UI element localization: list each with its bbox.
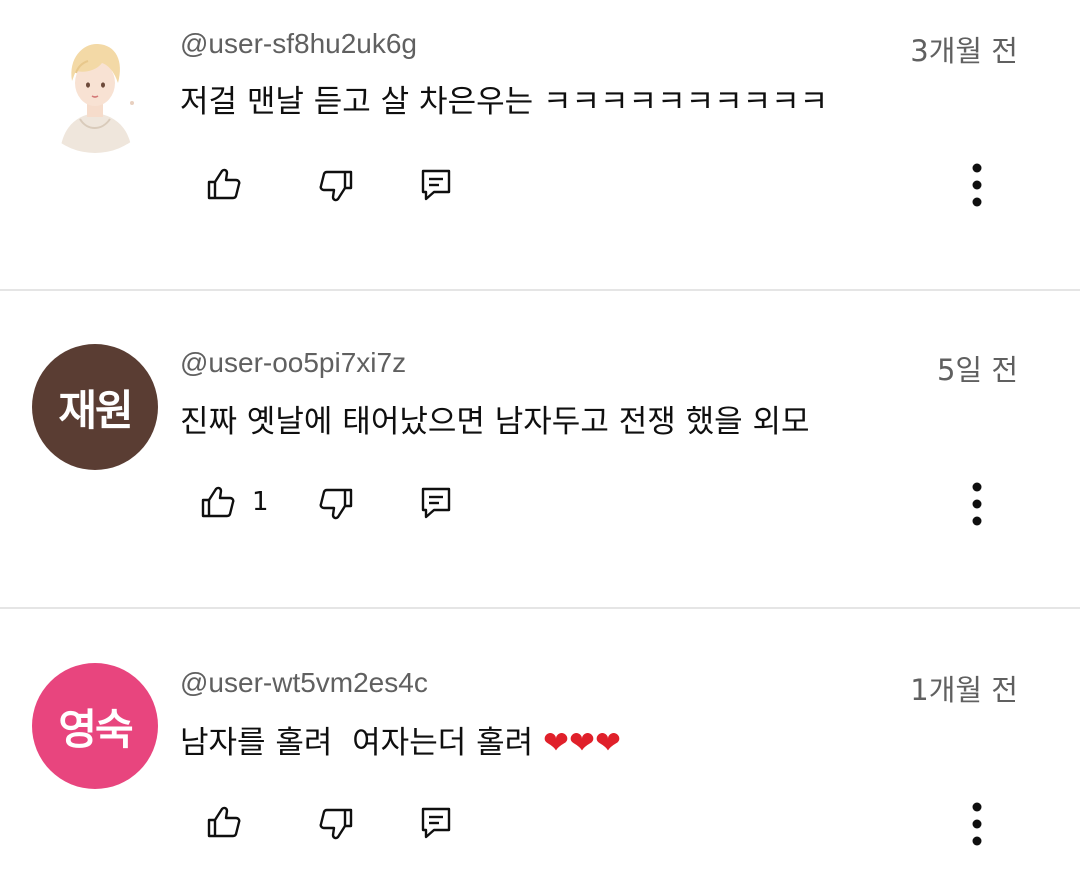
comment-text: 저걸 맨날 듣고 살 차은우는 ㅋㅋㅋㅋㅋㅋㅋㅋㅋㅋ xyxy=(180,84,829,120)
dislike-button[interactable] xyxy=(318,487,354,521)
more-options-button[interactable] xyxy=(970,801,984,847)
comment-author-handle[interactable]: @user-wt5vm2es4c xyxy=(180,667,428,699)
comment-timestamp: 5일 전 xyxy=(936,353,1018,387)
thumbs-down-icon xyxy=(319,808,353,840)
comment-timestamp: 3개월 전 xyxy=(910,34,1018,68)
reply-button[interactable] xyxy=(420,168,452,202)
like-button[interactable]: 1 xyxy=(200,485,269,519)
heart-emoji: ❤❤❤ xyxy=(543,725,621,761)
avatar-illustration xyxy=(32,27,158,153)
thumbs-up-icon xyxy=(201,486,235,518)
reply-icon xyxy=(421,169,451,201)
comment-text: 진짜 옛날에 태어났으면 남자두고 전쟁 했을 외모 xyxy=(180,404,810,440)
more-vert-icon xyxy=(972,802,982,846)
comment-2: 재원 @user-oo5pi7xi7z 5일 전 진짜 옛날에 태어났으면 남자… xyxy=(0,291,1080,607)
avatar-initials: 영숙 xyxy=(58,704,133,754)
avatar[interactable]: 영숙 xyxy=(32,663,158,789)
avatar-initials: 재원 xyxy=(58,385,133,435)
comment-1: @user-sf8hu2uk6g 3개월 전 저걸 맨날 듣고 살 차은우는 ㅋ… xyxy=(0,0,1080,290)
more-options-button[interactable] xyxy=(970,162,984,208)
reply-button[interactable] xyxy=(420,806,452,840)
like-button[interactable] xyxy=(206,805,242,839)
reply-button[interactable] xyxy=(420,486,452,520)
more-options-button[interactable] xyxy=(970,481,984,527)
thumbs-down-icon xyxy=(319,488,353,520)
like-count: 1 xyxy=(252,487,269,517)
avatar[interactable]: 재원 xyxy=(32,344,158,470)
dislike-button[interactable] xyxy=(318,169,354,203)
comment-author-handle[interactable]: @user-oo5pi7xi7z xyxy=(180,347,406,379)
comment-text: 남자를 홀려 여자는더 홀려 ❤❤❤ xyxy=(180,717,621,762)
reply-icon xyxy=(421,807,451,839)
dislike-button[interactable] xyxy=(318,807,354,841)
thumbs-up-icon xyxy=(207,168,241,200)
more-vert-icon xyxy=(972,482,982,526)
avatar[interactable] xyxy=(32,27,158,153)
comment-author-handle[interactable]: @user-sf8hu2uk6g xyxy=(180,28,417,60)
thumbs-up-icon xyxy=(207,806,241,838)
comment-text-body: 남자를 홀려 여자는더 홀려 xyxy=(180,725,543,761)
comment-3: 영숙 @user-wt5vm2es4c 1개월 전 남자를 홀려 여자는더 홀려… xyxy=(0,609,1080,883)
thumbs-down-icon xyxy=(319,170,353,202)
like-button[interactable] xyxy=(206,167,242,201)
comment-timestamp: 1개월 전 xyxy=(910,673,1018,707)
reply-icon xyxy=(421,487,451,519)
more-vert-icon xyxy=(972,163,982,207)
